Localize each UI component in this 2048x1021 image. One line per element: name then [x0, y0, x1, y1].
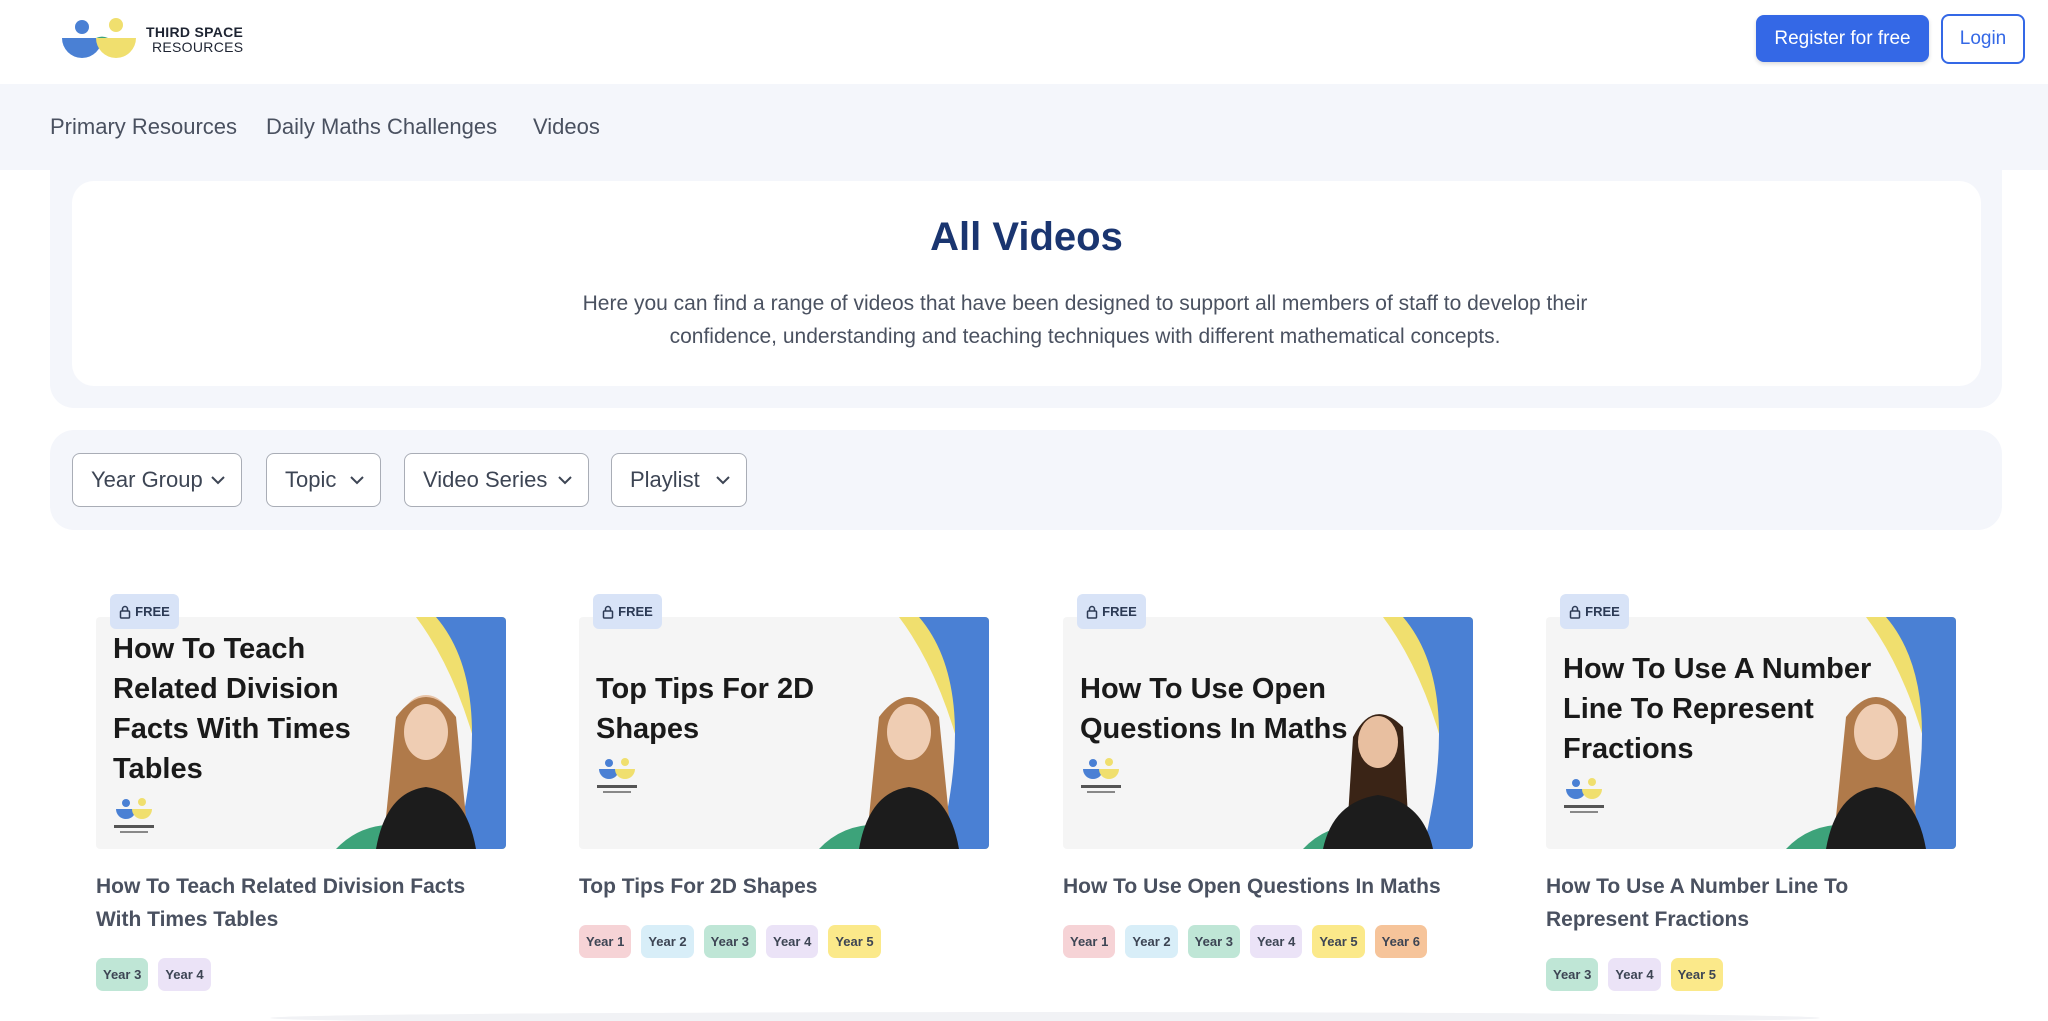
badge-label: FREE [1102, 604, 1137, 619]
badge-label: FREE [618, 604, 653, 619]
video-title[interactable]: How To Use A Number Line To Represent Fr… [1546, 870, 1946, 936]
tag-list: Year 1 Year 2 Year 3 Year 4 Year 5 Year … [1063, 925, 1427, 958]
chevron-down-icon [558, 476, 572, 485]
filter-label: Video Series [423, 467, 548, 492]
thumbnail-title: How To Use A Number Line To Represent Fr… [1563, 653, 1872, 765]
filter-video-series[interactable]: Video Series [404, 453, 589, 507]
lock-icon [1569, 605, 1581, 619]
video-thumbnail[interactable]: How To Use A Number Line To Represent Fr… [1546, 617, 1956, 849]
tag-year-2[interactable]: Year 2 [1125, 925, 1178, 958]
tag-list: Year 3 Year 4 Year 5 [1546, 958, 1723, 991]
tag-year-4[interactable]: Year 4 [1608, 958, 1661, 991]
thumbnail-logo-icon [1081, 758, 1121, 793]
tag-year-5[interactable]: Year 5 [828, 925, 881, 958]
video-thumbnail[interactable]: How To Teach Related Division Facts With… [96, 617, 506, 849]
site-header: THIRD SPACE RESOURCES Register for free … [0, 0, 2048, 84]
chevron-down-icon [716, 476, 730, 485]
video-title[interactable]: How To Teach Related Division Facts With… [96, 870, 496, 936]
tag-year-6[interactable]: Year 6 [1374, 925, 1427, 958]
tag-year-3[interactable]: Year 3 [703, 925, 756, 958]
thumbnail-logo-icon [597, 758, 637, 793]
tag-year-3[interactable]: Year 3 [96, 958, 149, 991]
thumbnail-title: Top Tips For 2D Shapes [596, 673, 815, 745]
tag-list: Year 1 Year 2 Year 3 Year 4 Year 5 [579, 925, 881, 958]
thumbnail-title: How To Teach Related Division Facts With… [113, 633, 351, 785]
tag-list: Year 3 Year 4 [96, 958, 211, 991]
tag-year-2[interactable]: Year 2 [641, 925, 694, 958]
login-button[interactable]: Login [1941, 14, 2025, 64]
tag-year-4[interactable]: Year 4 [765, 925, 819, 958]
tag-year-5[interactable]: Year 5 [1312, 925, 1365, 958]
hero-panel: All Videos Here you can find a range of … [72, 181, 1981, 386]
page-title: All Videos [930, 215, 1123, 259]
filter-playlist[interactable]: Playlist [611, 453, 747, 507]
free-badge: FREE [593, 594, 662, 629]
badge-label: FREE [1585, 604, 1620, 619]
video-title[interactable]: How To Use Open Questions In Maths [1063, 870, 1463, 903]
filter-label: Topic [285, 467, 337, 492]
site-logo[interactable]: THIRD SPACE RESOURCES [60, 16, 243, 64]
logo-line1: THIRD SPACE [146, 24, 244, 40]
tag-year-3[interactable]: Year 3 [1546, 958, 1599, 991]
logo-text: THIRD SPACE RESOURCES [146, 25, 243, 55]
page-description: Here you can find a range of videos that… [582, 292, 1588, 348]
filter-bar: Year Group Topic Video Series Playlist [50, 430, 2002, 530]
video-thumbnail[interactable]: How To Use Open Questions In Maths [1063, 617, 1473, 849]
main-nav: Primary Resources Daily Maths Challenges… [0, 84, 2048, 170]
logo-icon [62, 18, 136, 58]
thumbnail-title: How To Use Open Questions In Maths [1080, 673, 1348, 745]
video-title[interactable]: Top Tips For 2D Shapes [579, 870, 979, 903]
tag-year-1[interactable]: Year 1 [579, 925, 632, 958]
chevron-down-icon [211, 476, 225, 485]
badge-label: FREE [135, 604, 170, 619]
filter-topic[interactable]: Topic [266, 453, 381, 507]
thumbnail-logo-icon [1564, 778, 1604, 813]
tag-year-4[interactable]: Year 4 [158, 958, 211, 991]
lock-icon [1086, 605, 1098, 619]
nav-item-primary-resources[interactable]: Primary Resources [50, 114, 237, 140]
tag-year-5[interactable]: Year 5 [1670, 958, 1723, 991]
lock-icon [119, 605, 131, 619]
section-divider [270, 1012, 1820, 1021]
tag-year-3[interactable]: Year 3 [1187, 925, 1240, 958]
thumbnail-logo-icon [114, 798, 154, 833]
tag-year-4[interactable]: Year 4 [1249, 925, 1303, 958]
filter-label: Year Group [91, 467, 203, 492]
lock-icon [602, 605, 614, 619]
chevron-down-icon [350, 476, 364, 485]
free-badge: FREE [1560, 594, 1629, 629]
register-button[interactable]: Register for free [1756, 15, 1929, 62]
filter-year-group[interactable]: Year Group [72, 453, 242, 507]
free-badge: FREE [1077, 594, 1146, 629]
tag-year-1[interactable]: Year 1 [1063, 925, 1116, 958]
nav-item-videos[interactable]: Videos [533, 114, 600, 140]
filter-label: Playlist [630, 467, 700, 492]
video-thumbnail[interactable]: Top Tips For 2D Shapes [579, 617, 989, 849]
nav-item-daily-maths-challenges[interactable]: Daily Maths Challenges [266, 114, 497, 140]
free-badge: FREE [110, 594, 179, 629]
logo-line2: RESOURCES [152, 39, 244, 55]
